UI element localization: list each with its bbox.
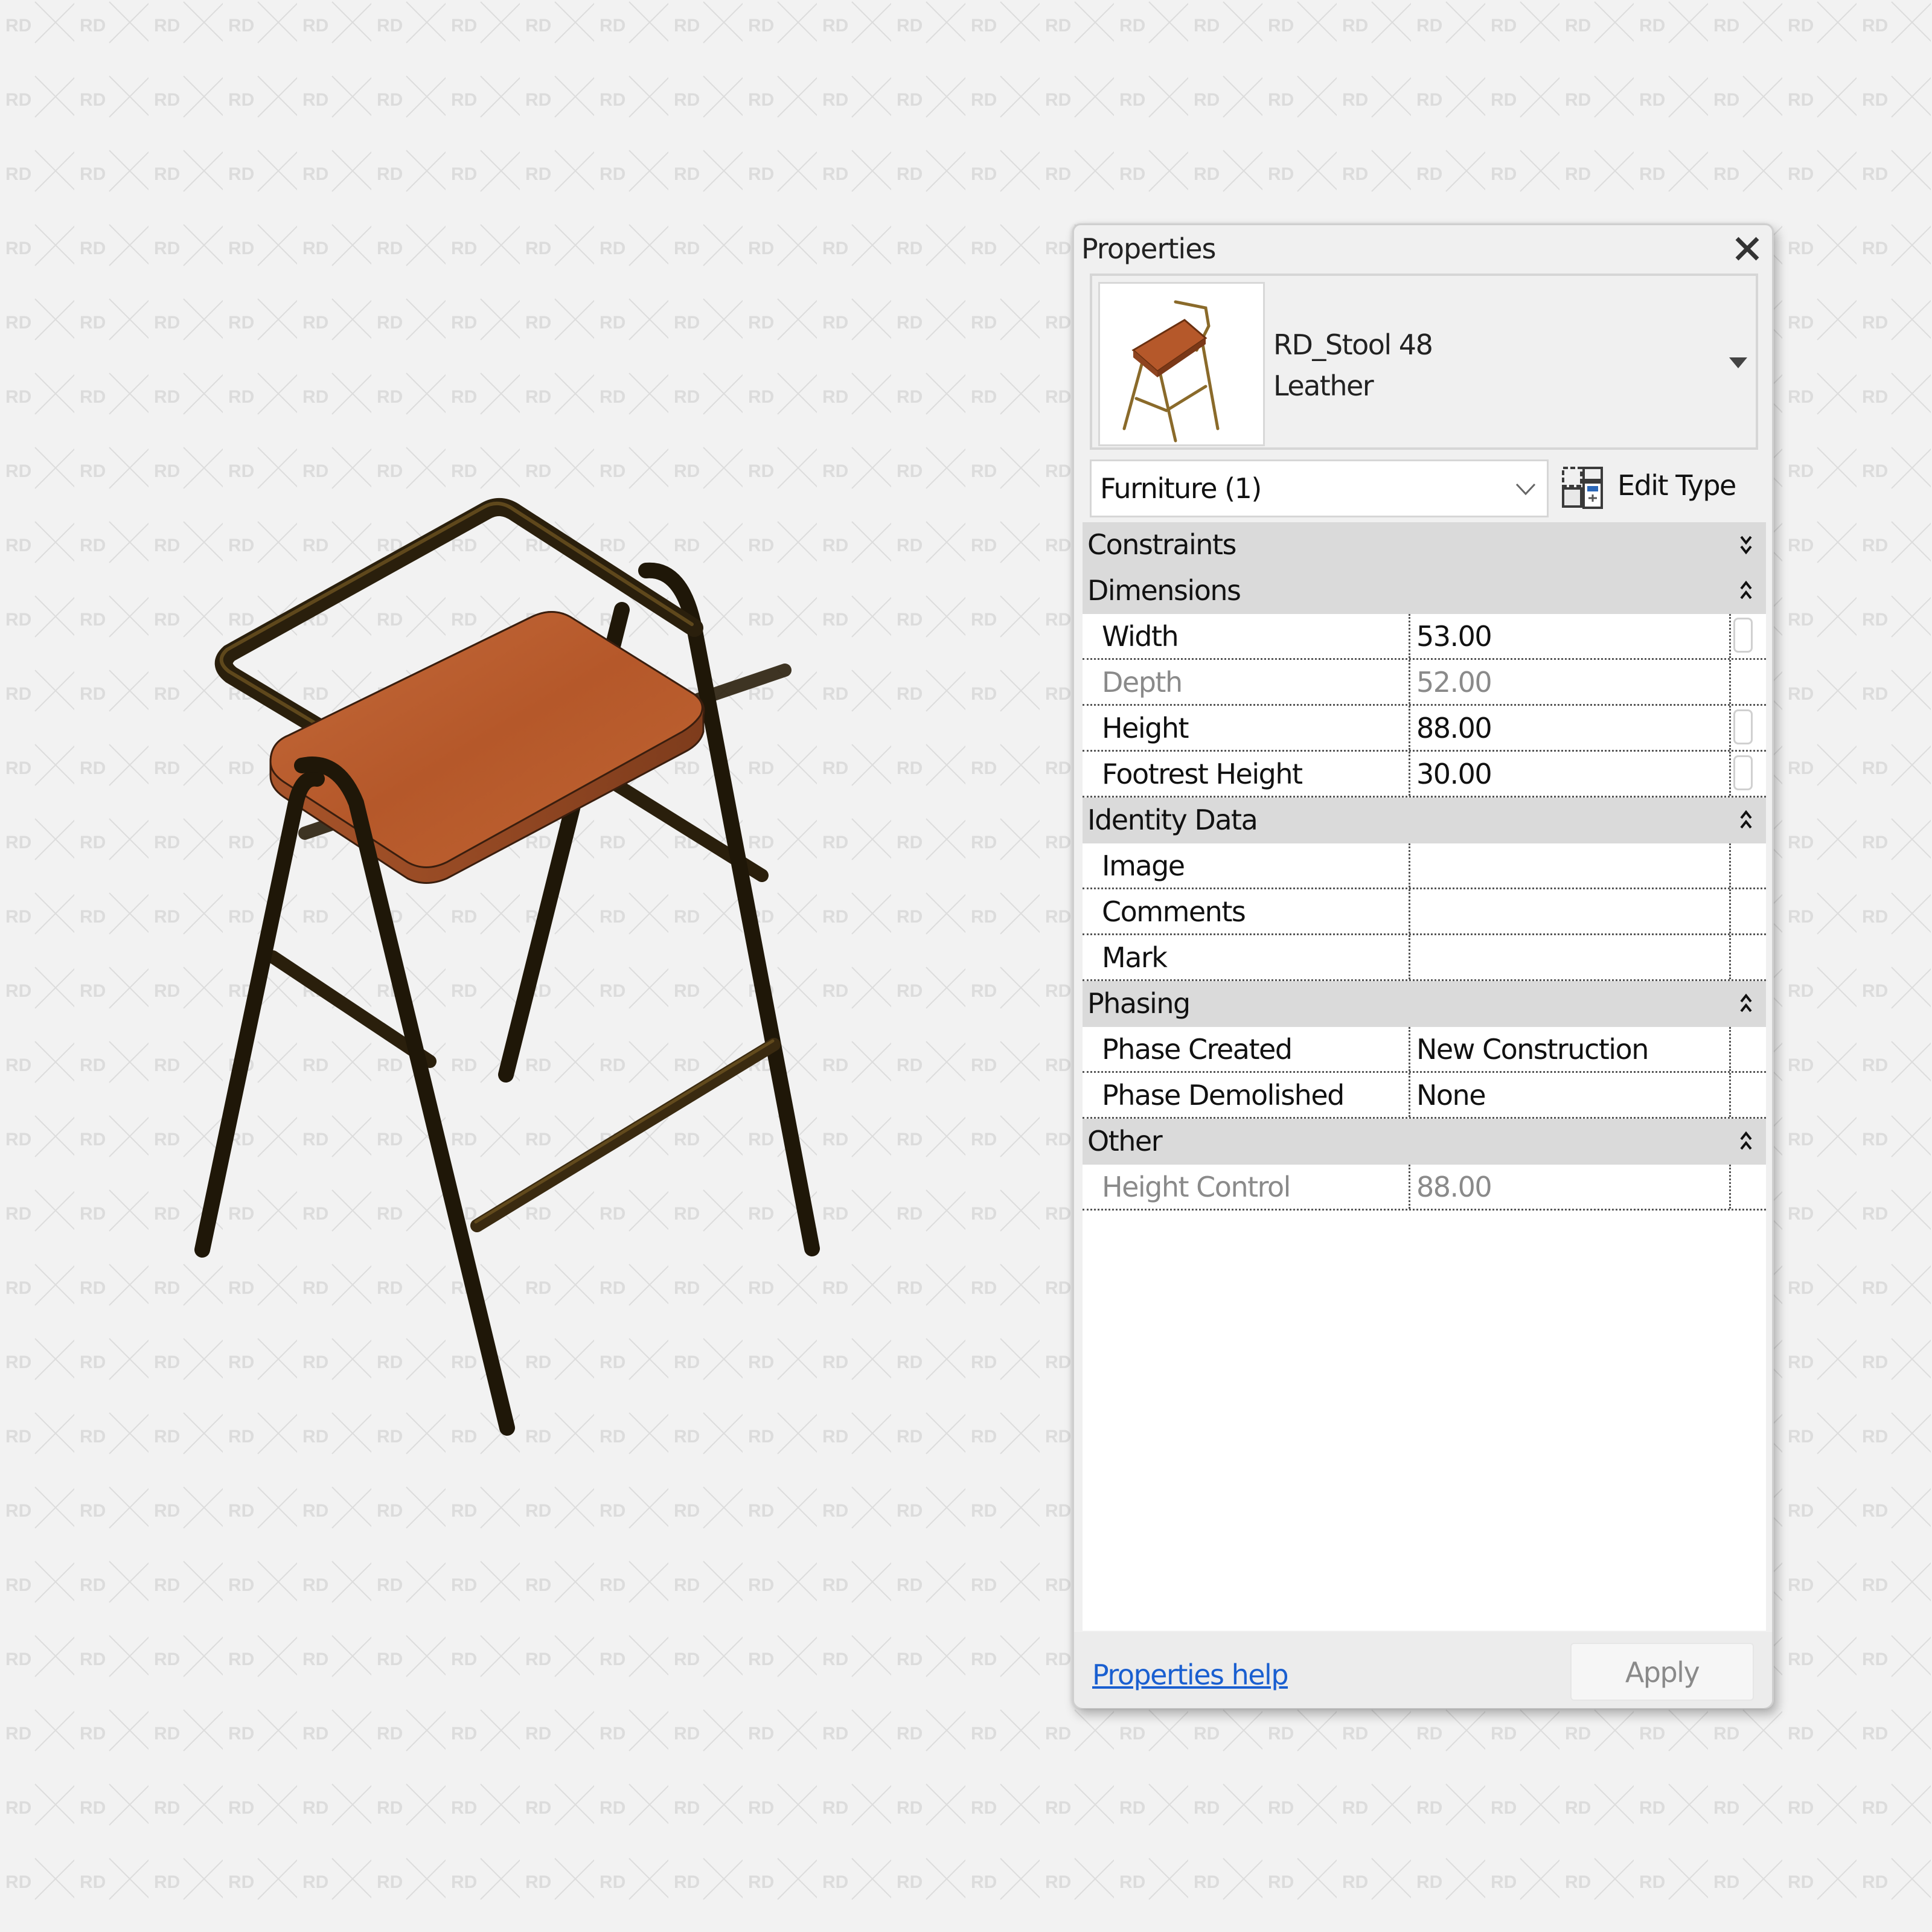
property-value: 88.00 [1416,1171,1492,1203]
property-value: None [1416,1079,1486,1112]
associate-parameter-button[interactable] [1733,618,1753,653]
associate-parameter-button[interactable] [1733,709,1753,744]
edit-type-button[interactable]: Edit Type [1562,462,1755,516]
property-value-field: 88.00 [1409,1165,1731,1209]
group-label: Other [1087,1125,1163,1157]
property-name: Image [1102,849,1185,882]
group-label: Identity Data [1087,804,1258,836]
property-name: Mark [1102,941,1168,974]
type-selector[interactable]: RD_Stool 48 Leather [1090,273,1758,450]
property-value: 30.00 [1416,758,1492,790]
group-header-other[interactable]: Other [1083,1119,1766,1165]
property-value-field[interactable]: New Construction [1409,1027,1731,1071]
panel-footer: Properties help Apply [1074,1632,1772,1708]
edit-type-label: Edit Type [1617,469,1736,502]
property-value: New Construction [1416,1033,1649,1066]
stool-footrest-front [470,1038,781,1232]
property-row-footrest-height: Footrest Height 30.00 [1083,752,1766,798]
property-name: Width [1102,620,1179,653]
type-family: RD_Stool 48 [1273,328,1433,361]
property-value-field: 52.00 [1409,660,1731,704]
category-filter-dropdown[interactable]: Furniture (1) [1090,459,1549,517]
expand-icon[interactable] [1739,533,1753,556]
group-header-phasing[interactable]: Phasing [1083,981,1766,1027]
chevron-down-icon [1515,483,1536,496]
property-name: Height [1102,712,1189,744]
property-name: Height Control [1102,1171,1291,1203]
group-header-constraints[interactable]: Constraints [1083,522,1766,568]
stool-seat [269,611,705,884]
collapse-icon[interactable] [1739,808,1753,831]
group-header-dimensions[interactable]: Dimensions [1083,568,1766,614]
property-value-field[interactable] [1409,843,1731,888]
group-header-identity-data[interactable]: Identity Data [1083,798,1766,843]
property-name: Phase Demolished [1102,1079,1345,1112]
property-value-field[interactable]: None [1409,1073,1731,1117]
apply-button[interactable]: Apply [1570,1643,1754,1701]
group-label: Phasing [1087,987,1191,1020]
property-name: Footrest Height [1102,758,1303,790]
associate-parameter-button[interactable] [1733,755,1753,790]
properties-help-link[interactable]: Properties help [1092,1659,1289,1691]
property-row-phase-created: Phase Created New Construction [1083,1027,1766,1073]
property-row-comments: Comments [1083,889,1766,935]
property-row-width: Width 53.00 [1083,614,1766,660]
stool-3d-model[interactable] [0,0,1087,1570]
property-value-field[interactable]: 88.00 [1409,706,1731,750]
property-row-image: Image [1083,843,1766,889]
triangle-down-icon[interactable] [1729,357,1747,369]
property-value: 52.00 [1416,666,1492,699]
type-name: RD_Stool 48 Leather [1273,324,1433,406]
property-value: 53.00 [1416,620,1492,653]
type-thumbnail [1098,282,1265,446]
stool-leg-front-left [194,770,325,1258]
properties-panel: Properties RD_Stool 48 Leather Furniture… [1072,223,1774,1709]
close-icon[interactable] [1733,235,1761,263]
group-label: Dimensions [1087,574,1241,607]
property-value-field[interactable] [1409,889,1731,933]
properties-grid: Constraints Dimensions Width 53.00 Depth 52.0… [1083,522,1766,1631]
property-row-mark: Mark [1083,935,1766,981]
property-value-field[interactable] [1409,935,1731,979]
property-name: Comments [1102,895,1246,928]
group-label: Constraints [1087,528,1236,561]
property-name: Depth [1102,666,1183,699]
panel-title: Properties [1081,232,1216,265]
property-row-height-control: Height Control 88.00 [1083,1165,1766,1211]
property-row-depth: Depth 52.00 [1083,660,1766,706]
collapse-icon[interactable] [1739,992,1753,1015]
category-filter-label: Furniture (1) [1100,472,1262,505]
stool-thumbnail-icon [1122,300,1220,443]
edit-type-icon [1562,467,1603,509]
collapse-icon[interactable] [1739,1130,1753,1153]
property-value-field[interactable]: 30.00 [1409,752,1731,796]
property-value-field[interactable]: 53.00 [1409,614,1731,658]
property-name: Phase Created [1102,1033,1293,1066]
property-row-height: Height 88.00 [1083,706,1766,752]
property-row-phase-demolished: Phase Demolished None [1083,1073,1766,1119]
property-value: 88.00 [1416,712,1492,744]
apply-button-label: Apply [1625,1656,1700,1689]
type-type: Leather [1273,369,1374,402]
collapse-icon[interactable] [1739,579,1753,602]
